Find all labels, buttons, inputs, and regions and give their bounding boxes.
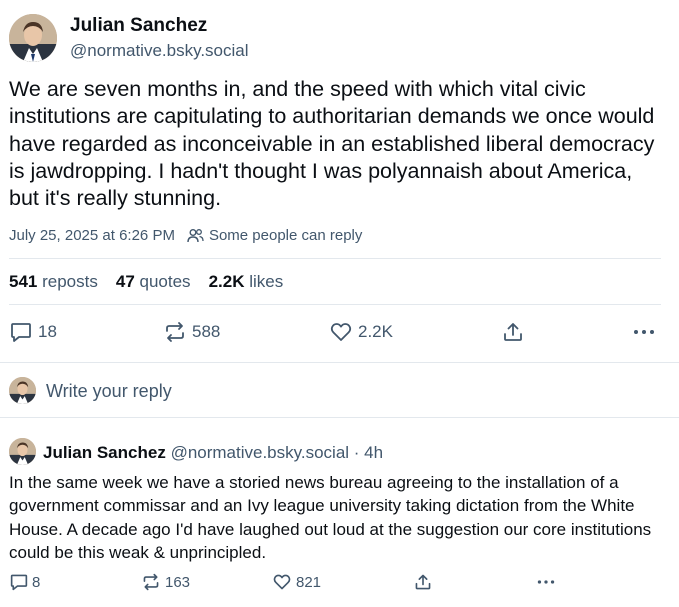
share-button[interactable]: [502, 321, 524, 343]
reply-repost-count: 163: [165, 573, 191, 591]
like-count: 2.2K: [358, 322, 393, 341]
more-dots-icon: [634, 330, 654, 334]
reply-setting[interactable]: Some people can reply: [209, 227, 362, 244]
reply-reply-button[interactable]: 8: [10, 573, 40, 591]
speech-bubble-icon: [10, 574, 28, 591]
post-meta: July 25, 2025 at 6:26 PM Some people can…: [9, 227, 362, 244]
repost-arrows-icon: [143, 573, 159, 591]
reply-more-options-button[interactable]: [536, 573, 556, 591]
more-options-button[interactable]: [632, 321, 656, 343]
heart-icon: [330, 323, 352, 341]
people-icon: [187, 229, 204, 243]
repost-button[interactable]: 588: [164, 321, 220, 343]
reply-header: Julian Sanchez @normative.bsky.social · …: [43, 443, 383, 463]
share-upload-icon: [504, 323, 522, 341]
divider: [9, 304, 661, 305]
reply-button[interactable]: 18: [10, 321, 57, 343]
post-text: We are seven months in, and the speed wi…: [9, 77, 655, 211]
quotes-stat[interactable]: 47 quotes: [116, 272, 191, 292]
reply-time[interactable]: · 4h: [354, 443, 383, 462]
reply-share-button[interactable]: [414, 573, 432, 591]
repost-count: 588: [192, 322, 221, 341]
like-button[interactable]: 2.2K: [330, 321, 393, 343]
my-avatar: [9, 377, 36, 404]
share-upload-icon: [415, 574, 431, 590]
repost-arrows-icon: [166, 322, 184, 342]
reposts-stat[interactable]: 541 reposts: [9, 272, 98, 292]
author-handle[interactable]: @normative.bsky.social: [70, 41, 249, 61]
author-avatar[interactable]: [9, 14, 57, 62]
likes-stat[interactable]: 2.2K likes: [209, 272, 284, 292]
reply-author-handle[interactable]: @normative.bsky.social: [171, 443, 350, 462]
reply-reply-count: 8: [32, 573, 41, 591]
divider: [0, 362, 679, 363]
post-stats: 541 reposts 47 quotes 2.2K likes: [9, 272, 301, 292]
reply-author-avatar[interactable]: [9, 438, 36, 465]
reply-composer-input[interactable]: Write your reply: [46, 381, 172, 402]
author-name[interactable]: Julian Sanchez: [70, 15, 207, 37]
reply-count: 18: [38, 322, 57, 341]
reply-repost-button[interactable]: 163: [142, 573, 190, 591]
divider: [9, 258, 661, 259]
heart-icon: [273, 574, 291, 590]
post-timestamp[interactable]: July 25, 2025 at 6:26 PM: [9, 227, 175, 244]
more-dots-icon: [537, 580, 555, 584]
reply-text: In the same week we have a storied news …: [9, 473, 652, 562]
divider: [0, 417, 679, 418]
reply-like-button[interactable]: 821: [273, 573, 321, 591]
reply-like-count: 821: [296, 573, 322, 591]
reply-author-name[interactable]: Julian Sanchez: [43, 443, 166, 462]
speech-bubble-icon: [11, 323, 31, 342]
